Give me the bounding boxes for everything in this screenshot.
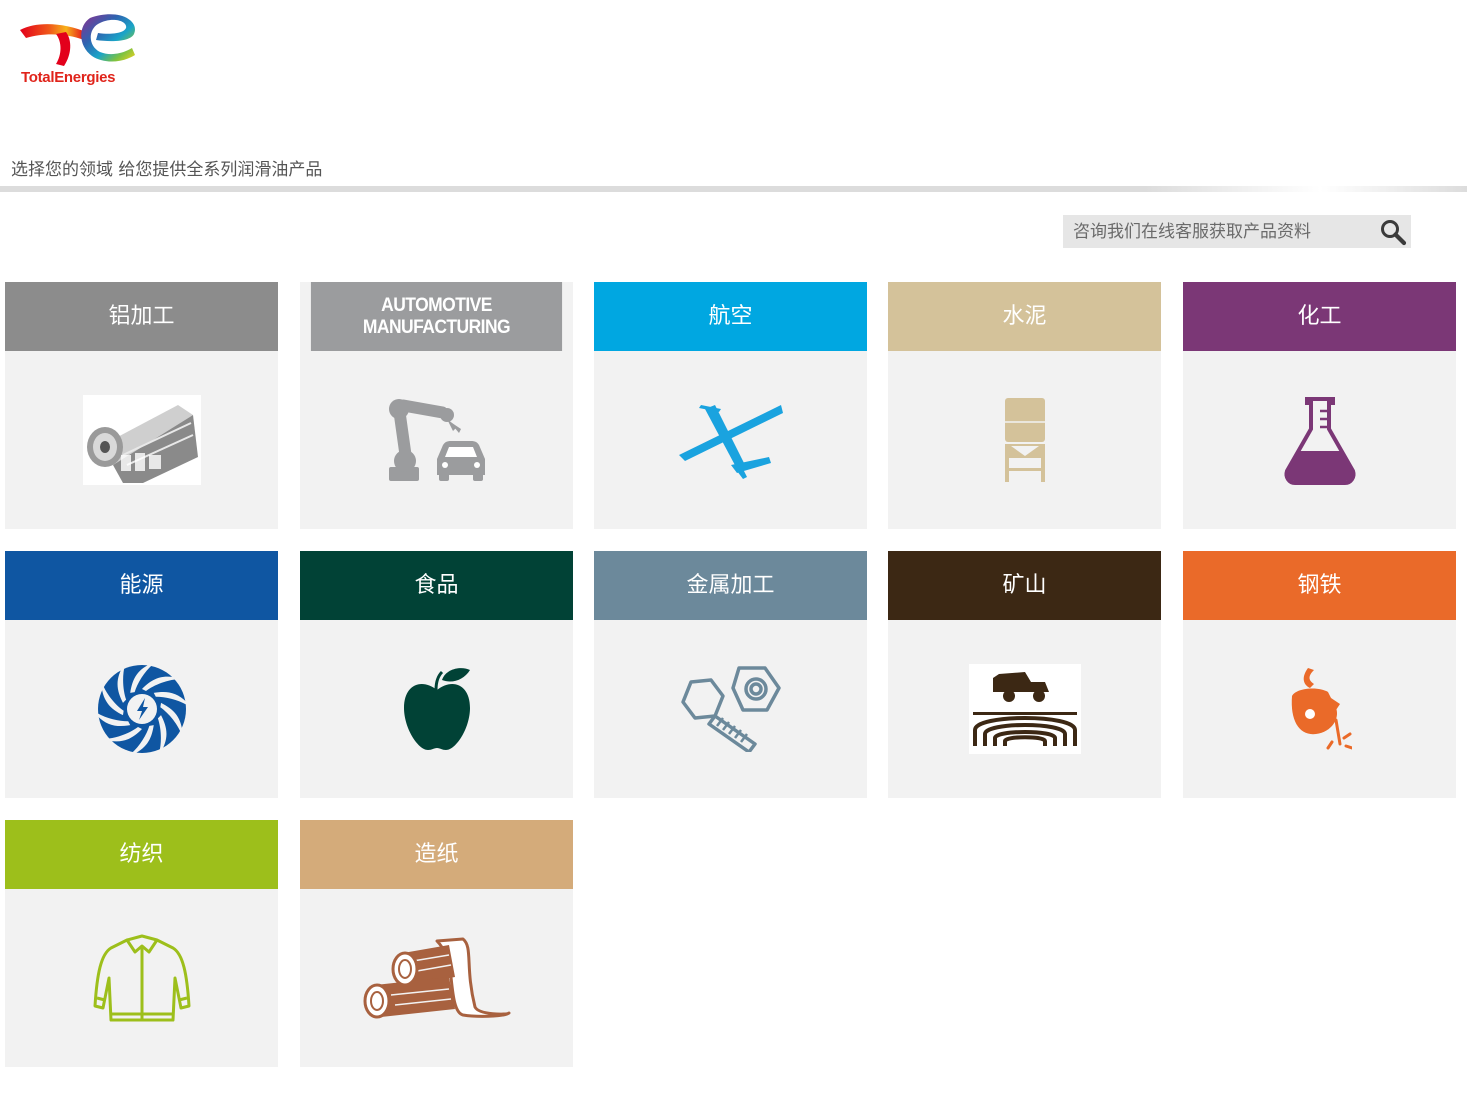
- airplane-icon: [678, 405, 783, 479]
- sector-card-chemical[interactable]: 化工: [1183, 282, 1456, 529]
- apple-icon: [403, 668, 470, 750]
- sector-card-paper[interactable]: 造纸: [300, 820, 573, 1067]
- search-input[interactable]: [1063, 215, 1373, 248]
- brand-name: TotalEnergies: [21, 69, 116, 86]
- aluminium-roll-icon: [82, 395, 201, 485]
- sector-card-textile[interactable]: 纺织: [5, 820, 278, 1067]
- robot-arm-car-icon: [388, 399, 485, 481]
- sector-label: 铝加工: [108, 303, 175, 329]
- sector-card-cement[interactable]: 水泥: [888, 282, 1161, 529]
- sector-label: 矿山: [1002, 572, 1047, 598]
- jacket-icon: [93, 934, 190, 1022]
- logs-paper-icon: [363, 937, 510, 1019]
- sector-header: 水泥: [888, 282, 1161, 351]
- sector-label: 航空: [708, 303, 753, 329]
- turbine-icon: [96, 664, 187, 754]
- sector-header: 纺织: [5, 820, 278, 889]
- sector-header: 能源: [5, 551, 278, 620]
- sector-card-mining[interactable]: 矿山: [888, 551, 1161, 798]
- sector-label: 钢铁: [1297, 572, 1342, 598]
- sector-header: 钢铁: [1183, 551, 1456, 620]
- sector-header: 金属加工: [594, 551, 867, 620]
- mining-truck-icon: [968, 664, 1081, 754]
- sector-label: 纺织: [119, 841, 164, 867]
- sector-label: 造纸: [414, 841, 459, 867]
- sector-header: 矿山: [888, 551, 1161, 620]
- sector-card-food[interactable]: 食品: [300, 551, 573, 798]
- sector-card-automotive[interactable]: AUTOMOTIVE MANUFACTURING: [300, 282, 573, 529]
- search-icon: [1381, 219, 1407, 245]
- bolt-nut-icon: [680, 666, 781, 752]
- search-box: [1063, 215, 1411, 248]
- sector-card-aviation[interactable]: 航空: [594, 282, 867, 529]
- logo-mark-icon: [20, 14, 135, 66]
- search-button[interactable]: [1377, 216, 1409, 247]
- sector-label: 水泥: [1002, 303, 1047, 329]
- page-tagline: 选择您的领域 给您提供全系列润滑油产品: [11, 160, 323, 180]
- sector-card-aluminium[interactable]: 铝加工: [5, 282, 278, 529]
- sector-header: 化工: [1183, 282, 1456, 351]
- sector-header: AUTOMOTIVE MANUFACTURING: [310, 282, 563, 351]
- page: TotalEnergies 选择您的领域 给您提供全系列润滑油产品 铝加工: [0, 0, 1467, 1097]
- header-divider: [0, 186, 1467, 192]
- ladle-icon: [1291, 668, 1352, 750]
- sector-label: 金属加工: [686, 572, 775, 598]
- sector-header: 造纸: [300, 820, 573, 889]
- flask-icon: [1284, 397, 1355, 485]
- sector-card-energy[interactable]: 能源: [5, 551, 278, 798]
- totalenergies-logo[interactable]: TotalEnergies: [18, 10, 143, 92]
- sector-label: AUTOMOTIVE MANUFACTURING: [362, 294, 511, 338]
- sector-label: 化工: [1297, 303, 1342, 329]
- sector-label: 能源: [119, 572, 164, 598]
- sector-card-metalworking[interactable]: 金属加工: [594, 551, 867, 798]
- sector-card-steel[interactable]: 钢铁: [1183, 551, 1456, 798]
- sector-header: 食品: [300, 551, 573, 620]
- sector-label: 食品: [414, 572, 459, 598]
- sector-header: 航空: [594, 282, 867, 351]
- sector-header: 铝加工: [5, 282, 278, 351]
- cement-silo-icon: [1004, 398, 1045, 482]
